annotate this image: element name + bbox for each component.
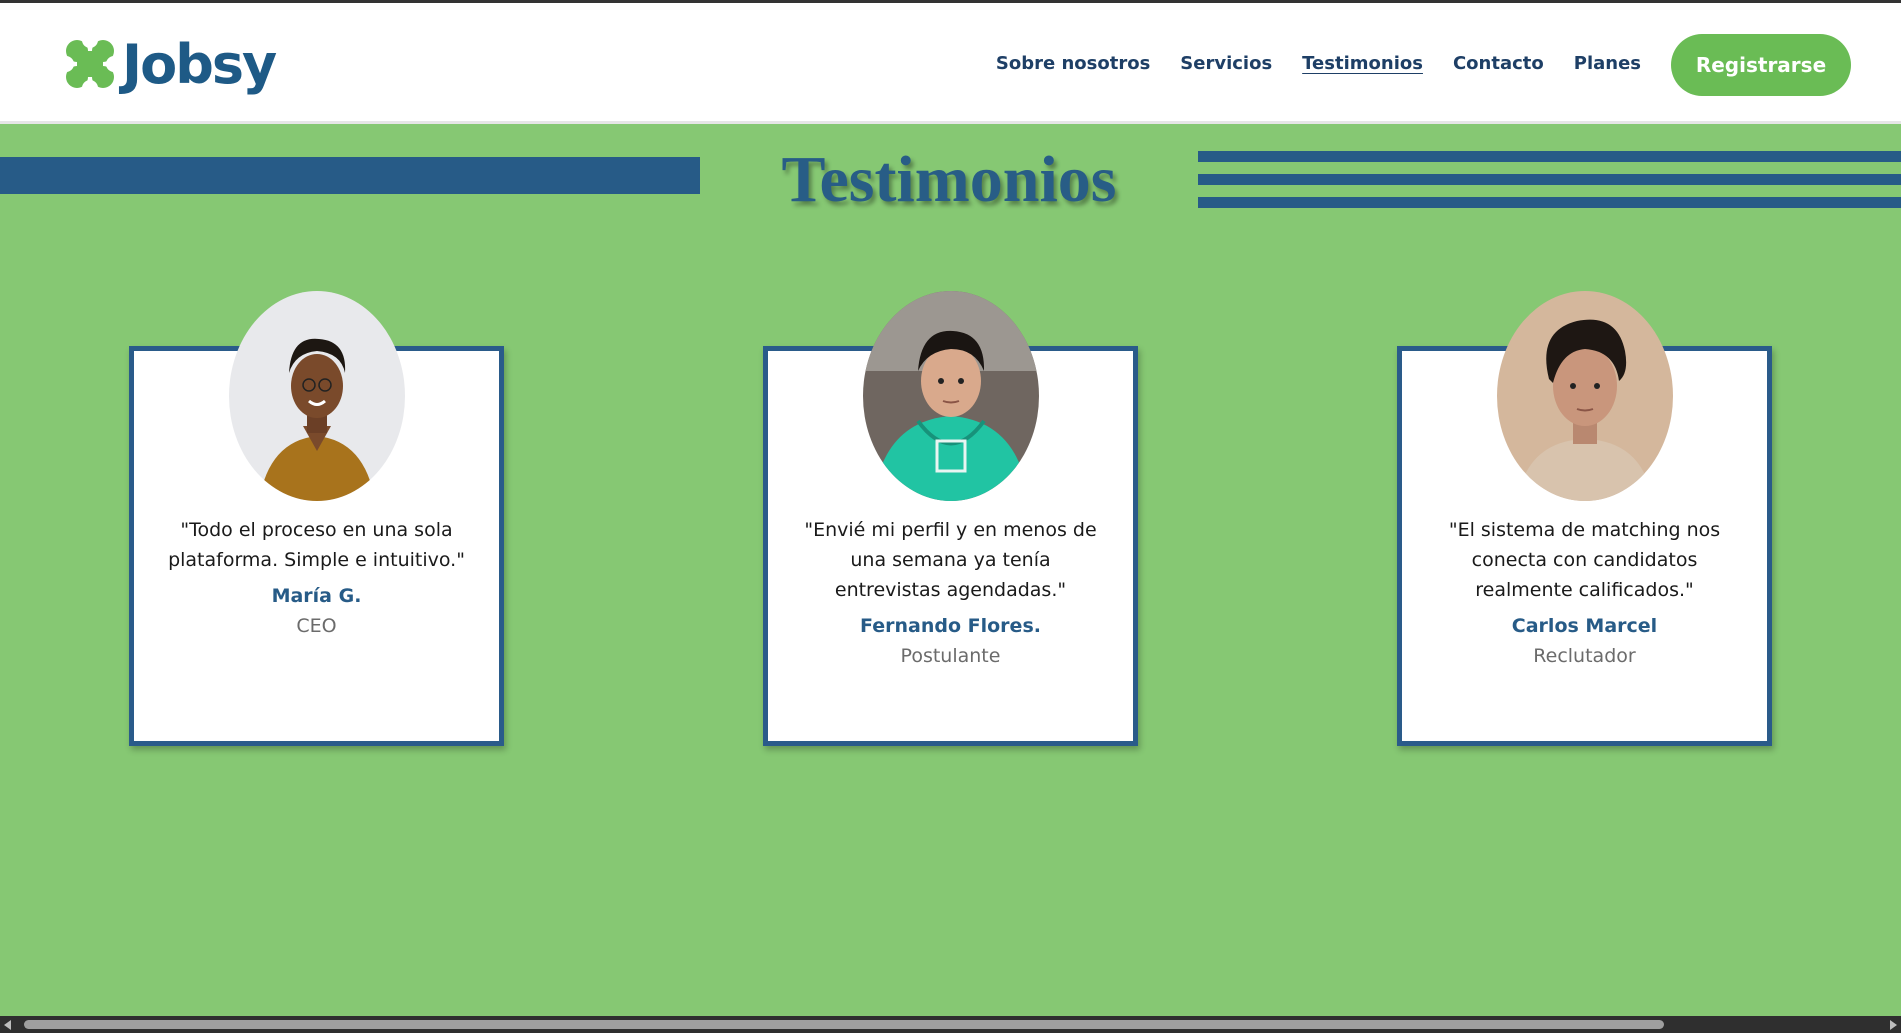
scrollbar-thumb[interactable] xyxy=(24,1020,1664,1029)
testimonial-content: "Envié mi perfil y en menos de una seman… xyxy=(768,515,1133,671)
decorative-stripe-3 xyxy=(1198,197,1901,208)
testimonial-role: Postulante xyxy=(900,645,1001,667)
testimonial-quote: "El sistema de matching nos conecta con … xyxy=(1448,519,1721,601)
nav-link-testimonios[interactable]: Testimonios xyxy=(1302,53,1423,74)
testimonial-author: María G. xyxy=(271,585,362,607)
avatar-photo-boy-hoodie xyxy=(863,291,1039,501)
horizontal-scrollbar[interactable] xyxy=(0,1016,1901,1033)
main-nav: Sobre nosotros Servicios Testimonios Con… xyxy=(996,53,1641,74)
decorative-bar-left xyxy=(0,157,700,194)
site-header: Jobsy Sobre nosotros Servicios Testimoni… xyxy=(0,3,1901,124)
testimonial-author: Carlos Marcel xyxy=(1511,615,1658,637)
nav-link-contacto[interactable]: Contacto xyxy=(1453,53,1544,74)
decorative-stripe-2 xyxy=(1198,174,1901,185)
testimonial-content: "El sistema de matching nos conecta con … xyxy=(1402,515,1767,671)
testimonial-quote: "Todo el proceso en una sola plataforma.… xyxy=(168,519,465,571)
scroll-right-arrow-icon[interactable] xyxy=(1890,1020,1897,1030)
section-title: Testimonios xyxy=(781,143,1117,216)
testimonial-author: Fernando Flores. xyxy=(860,615,1041,637)
nav-link-planes[interactable]: Planes xyxy=(1574,53,1641,74)
testimonial-content: "Todo el proceso en una sola plataforma.… xyxy=(134,515,499,641)
scroll-left-arrow-icon[interactable] xyxy=(4,1020,11,1030)
nav-link-servicios[interactable]: Servicios xyxy=(1180,53,1272,74)
jobsy-logo-icon xyxy=(64,38,116,90)
testimonial-role: CEO xyxy=(296,615,337,637)
register-button[interactable]: Registrarse xyxy=(1671,34,1851,96)
testimonial-quote: "Envié mi perfil y en menos de una seman… xyxy=(804,519,1097,601)
avatar-photo-man xyxy=(1497,291,1673,501)
brand-logo[interactable]: Jobsy xyxy=(64,32,277,96)
brand-name: Jobsy xyxy=(122,32,277,96)
nav-link-sobre-nosotros[interactable]: Sobre nosotros xyxy=(996,53,1150,74)
decorative-stripe-1 xyxy=(1198,151,1901,162)
avatar-photo-woman xyxy=(229,291,405,501)
testimonial-role: Reclutador xyxy=(1533,645,1636,667)
